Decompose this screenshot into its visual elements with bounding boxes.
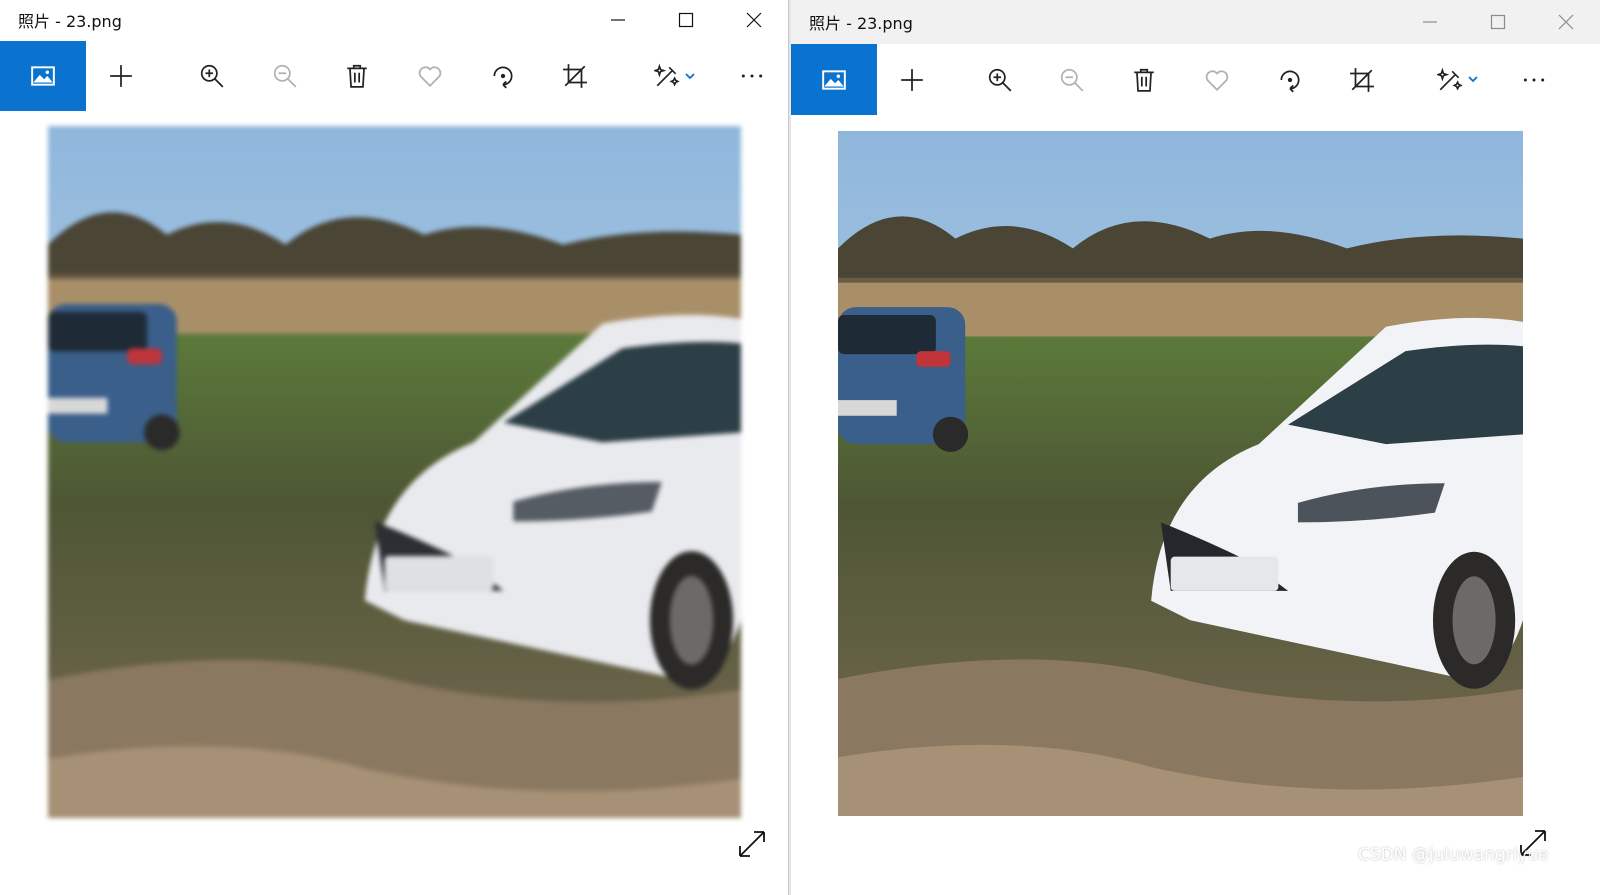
- view-photo-button[interactable]: [0, 41, 86, 111]
- zoom-in-icon: [988, 68, 1012, 91]
- minimize-button[interactable]: [584, 0, 652, 40]
- photo-image: [838, 131, 1523, 816]
- minimize-icon: [611, 19, 625, 21]
- zoom-out-icon: [1060, 68, 1084, 91]
- crop-button[interactable]: [1327, 44, 1397, 115]
- zoom-in-icon: [200, 64, 224, 88]
- zoom-out-button[interactable]: [1037, 44, 1107, 115]
- close-icon: [1558, 14, 1574, 30]
- favorite-button[interactable]: [1182, 44, 1252, 115]
- close-icon: [746, 12, 762, 28]
- favorite-button[interactable]: [395, 41, 465, 111]
- plus-icon: [110, 65, 132, 87]
- zoom-in-button[interactable]: [965, 44, 1035, 115]
- trash-icon: [347, 64, 367, 88]
- caption-buttons: [584, 0, 788, 40]
- heart-icon: [418, 66, 442, 87]
- chevron-down-icon[interactable]: [684, 67, 696, 86]
- edit-button[interactable]: [1418, 44, 1498, 115]
- photo-icon: [31, 66, 55, 86]
- rotate-icon: [1280, 70, 1300, 93]
- zoom-in-button[interactable]: [177, 41, 247, 111]
- more-icon: [1523, 77, 1545, 82]
- add-button[interactable]: [877, 44, 947, 115]
- crop-icon: [563, 64, 587, 88]
- caption-buttons: [1396, 0, 1600, 44]
- toolbar: [791, 44, 1600, 115]
- rotate-button[interactable]: [1255, 44, 1325, 115]
- crop-button[interactable]: [540, 41, 610, 111]
- photo-image: [48, 126, 741, 818]
- maximize-icon: [1490, 14, 1506, 30]
- add-button[interactable]: [86, 41, 156, 111]
- zoom-out-icon: [273, 64, 297, 88]
- title-bar[interactable]: 照片 - 23.png: [791, 0, 1600, 44]
- maximize-button[interactable]: [1464, 0, 1532, 44]
- more-button[interactable]: [717, 41, 787, 111]
- zoom-out-button[interactable]: [250, 41, 320, 111]
- title-bar[interactable]: 照片 - 23.png: [0, 0, 788, 40]
- photo-icon: [822, 69, 846, 90]
- plus-icon: [901, 68, 923, 91]
- delete-button[interactable]: [1109, 44, 1179, 115]
- heart-icon: [1205, 69, 1229, 91]
- view-photo-button[interactable]: [791, 44, 877, 115]
- window-title: 照片 - 23.png: [18, 12, 122, 31]
- photo-canvas[interactable]: [48, 126, 741, 818]
- rotate-icon: [493, 66, 513, 89]
- expand-icon[interactable]: [737, 829, 767, 859]
- photo-canvas[interactable]: [838, 131, 1523, 816]
- edit-wand-icon: [654, 63, 680, 87]
- watermark-text: CSDN @juluwangriyue: [1358, 845, 1549, 865]
- toolbar: [0, 41, 788, 111]
- delete-button[interactable]: [322, 41, 392, 111]
- edit-wand-icon: [1437, 67, 1463, 90]
- close-button[interactable]: [1532, 0, 1600, 44]
- close-button[interactable]: [720, 0, 788, 40]
- more-icon: [741, 74, 763, 78]
- chevron-down-icon[interactable]: [1467, 70, 1479, 89]
- photos-window-right: 照片 - 23.png: [791, 0, 1600, 895]
- maximize-button[interactable]: [652, 0, 720, 40]
- photos-window-left: 照片 - 23.png: [0, 0, 789, 895]
- minimize-icon: [1423, 21, 1437, 23]
- window-title: 照片 - 23.png: [809, 14, 913, 33]
- crop-icon: [1350, 67, 1374, 92]
- more-button[interactable]: [1499, 44, 1569, 115]
- maximize-icon: [678, 12, 694, 28]
- minimize-button[interactable]: [1396, 0, 1464, 44]
- trash-icon: [1134, 68, 1154, 92]
- rotate-button[interactable]: [468, 41, 538, 111]
- edit-button[interactable]: [635, 41, 715, 111]
